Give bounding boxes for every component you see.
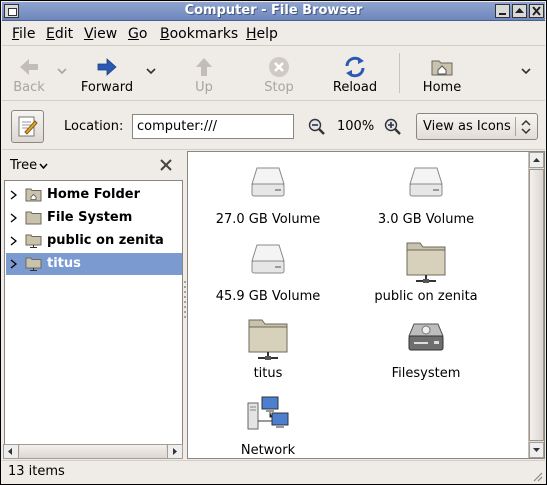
minimize-icon (499, 13, 506, 15)
title-bar[interactable]: Computer - File Browser (2, 2, 545, 21)
arrow-left-small-icon (8, 448, 12, 455)
side-pane-selector[interactable]: Tree (10, 158, 48, 173)
tree-item-titus[interactable]: titus (6, 253, 182, 275)
network-icon (247, 396, 289, 430)
select-divider (515, 117, 516, 136)
drive-icon (251, 244, 285, 274)
expander-icon[interactable] (10, 190, 17, 200)
menu-bar: File Edit View Go Bookmarks Help (2, 22, 545, 46)
side-pane: Tree Home Folder File System public on z… (2, 151, 183, 459)
menu-bookmarks[interactable]: Bookmarks (160, 26, 238, 42)
status-bar: 13 items (2, 460, 545, 484)
home-folder-icon (431, 60, 453, 76)
forward-history-chevron-icon[interactable] (145, 65, 157, 77)
status-text: 13 items (8, 464, 65, 479)
drive-icon (251, 167, 285, 197)
icon-item-filesystem[interactable]: Filesystem (356, 314, 496, 384)
file-browser-window: Computer - File Browser File Edit View G… (0, 0, 547, 485)
icon-item-volume-45gb[interactable]: 45.9 GB Volume (198, 237, 338, 307)
close-side-pane-icon[interactable] (159, 158, 173, 172)
maximize-button[interactable] (512, 4, 527, 18)
scroll-thumb[interactable] (529, 169, 544, 441)
icon-view: 27.0 GB Volume 3.0 GB Volume 45.9 GB Vol… (187, 151, 545, 459)
arrow-up-small-icon (533, 158, 540, 162)
expander-icon[interactable] (10, 213, 17, 223)
edit-note-icon (18, 116, 38, 137)
scroll-thumb[interactable] (20, 445, 166, 458)
expander-icon[interactable] (10, 259, 17, 269)
menu-file[interactable]: File (12, 26, 35, 42)
network-folder-icon (406, 242, 446, 283)
icon-item-volume-27gb[interactable]: 27.0 GB Volume (198, 160, 338, 230)
menu-go[interactable]: Go (128, 26, 147, 42)
scroll-up-button[interactable] (529, 152, 544, 168)
window-title: Computer - File Browser (184, 3, 363, 18)
zoom-out-icon[interactable] (308, 118, 326, 136)
close-icon (532, 6, 541, 16)
icon-item-network[interactable]: Network (198, 391, 338, 461)
chevron-down-icon (39, 163, 48, 169)
network-folder-icon (248, 319, 288, 360)
view-mode-value: View as Icons (423, 119, 511, 134)
arrow-right-icon (97, 58, 117, 76)
arrow-right-small-icon (173, 448, 177, 455)
location-label: Location: (64, 119, 124, 134)
toggle-location-entry-button[interactable] (11, 110, 44, 143)
toolbar-overflow-chevron-icon[interactable] (520, 65, 532, 77)
menu-help[interactable]: Help (246, 26, 278, 42)
back-button[interactable]: Back (2, 49, 56, 97)
icon-item-titus[interactable]: titus (198, 314, 338, 384)
back-history-chevron-icon[interactable] (56, 65, 68, 77)
tree-item-home-folder[interactable]: Home Folder (6, 184, 182, 206)
icon-item-volume-3gb[interactable]: 3.0 GB Volume (356, 160, 496, 230)
scroll-left-button[interactable] (4, 445, 19, 458)
tree-item-file-system[interactable]: File System (6, 207, 182, 229)
zoom-in-icon[interactable] (384, 118, 402, 136)
zoom-level[interactable]: 100% (337, 119, 374, 134)
home-folder-icon (25, 188, 42, 202)
expander-icon[interactable] (10, 236, 17, 246)
toolbar: Back Forward Up Stop Reload Home (2, 47, 545, 101)
reload-button[interactable]: Reload (324, 49, 386, 97)
arrow-left-icon (20, 59, 38, 75)
reload-icon (345, 56, 365, 78)
scroll-right-button[interactable] (167, 445, 182, 458)
stop-button[interactable]: Stop (249, 49, 309, 97)
menu-edit[interactable]: Edit (46, 26, 73, 42)
tree-view: Home Folder File System public on zenita… (4, 180, 183, 458)
location-bar: Location: 100% View as Icons (2, 102, 545, 150)
tree-item-public-on-zenita[interactable]: public on zenita (6, 230, 182, 252)
tree-horizontal-scrollbar[interactable] (3, 444, 183, 459)
maximize-icon (515, 8, 524, 13)
drive-icon (409, 167, 443, 197)
resize-grip-icon[interactable] (531, 470, 543, 482)
toolbar-separator (399, 53, 400, 93)
stop-icon (269, 57, 289, 77)
forward-button[interactable]: Forward (74, 49, 140, 97)
scroll-down-button[interactable] (529, 442, 544, 458)
up-button[interactable]: Up (174, 49, 234, 97)
icon-item-public-on-zenita[interactable]: public on zenita (356, 237, 496, 307)
minimize-button[interactable] (495, 4, 510, 18)
location-input[interactable] (132, 114, 294, 139)
home-button[interactable]: Home (412, 49, 472, 97)
arrow-up-icon (196, 58, 212, 76)
harddisk-icon (408, 323, 444, 351)
view-mode-select[interactable]: View as Icons (416, 113, 538, 140)
menu-view[interactable]: View (84, 26, 117, 42)
arrow-down-small-icon (533, 448, 540, 452)
icon-view-vertical-scrollbar[interactable] (528, 152, 544, 458)
close-button[interactable] (529, 4, 544, 18)
network-folder-icon (25, 257, 42, 271)
network-folder-icon (25, 234, 42, 248)
side-pane-header: Tree (2, 151, 183, 180)
select-arrows-icon (521, 119, 531, 135)
folder-icon (25, 211, 42, 225)
